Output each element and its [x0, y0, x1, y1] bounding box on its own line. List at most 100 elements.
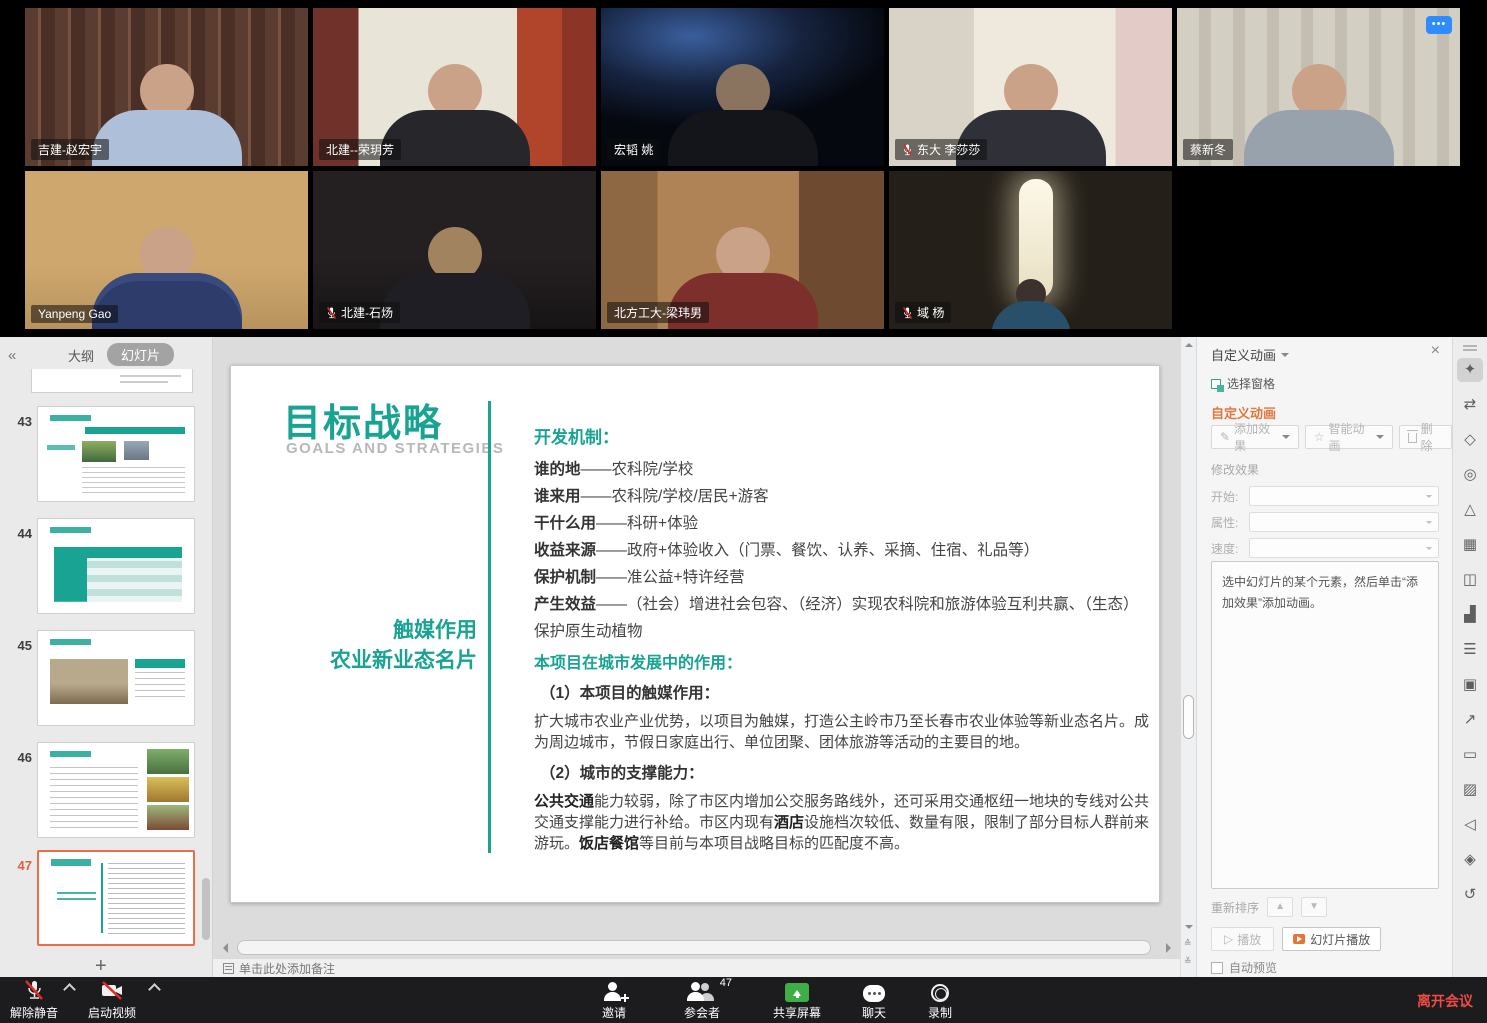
notes-bar[interactable]: 单击此处添加备注 [213, 958, 1180, 977]
rail-drag-handle-icon[interactable] [1463, 345, 1477, 347]
export-icon[interactable]: ↗ [1457, 708, 1483, 732]
play-button[interactable]: ▷ 播放 [1211, 927, 1274, 951]
scroll-down-arrow[interactable] [1185, 925, 1193, 929]
chart-icon[interactable]: ▟ [1457, 603, 1483, 627]
slide-subtitle: GOALS AND STRATEGIES [286, 440, 504, 457]
mechanism-item: 产生效益——（社会）增进社会包容、（经济）实现农科院和旅游体验互利共赢、（生态）… [534, 591, 1152, 645]
tab-slides[interactable]: 幻灯片 [107, 343, 174, 366]
video-tile[interactable]: ••• 蔡新冬 [1177, 8, 1460, 166]
horizontal-scrollbar-thumb[interactable] [237, 940, 1151, 955]
slide-canvas[interactable]: 目标战略 GOALS AND STRATEGIES 触媒作用 农业新业态名片 开… [230, 365, 1160, 903]
auto-preview-row: 自动预览 [1211, 959, 1277, 976]
invite-button[interactable]: 邀请 [602, 980, 626, 1021]
layout-icon[interactable]: ◫ [1457, 568, 1483, 592]
notes-placeholder: 单击此处添加备注 [239, 960, 335, 977]
shapes-icon[interactable]: ◇ [1457, 428, 1483, 452]
muted-mic-icon [902, 306, 913, 320]
chat-button[interactable]: 聊天 [862, 980, 886, 1021]
slide-number: 44 [8, 526, 32, 541]
slide-thumbnail-selected[interactable] [37, 850, 195, 946]
participant-name: 吉建-赵宏宇 [38, 141, 102, 158]
close-panel-button[interactable]: × [1431, 342, 1440, 360]
side-label-line1: 触媒作用 [279, 616, 477, 646]
adjust-icon[interactable]: ☰ [1457, 638, 1483, 662]
horizontal-scrollbar [221, 940, 1173, 956]
start-dropdown[interactable] [1249, 486, 1439, 506]
sidebar-scrollbar-thumb[interactable] [202, 878, 210, 940]
panel-title-dropdown[interactable]: 自定义动画 [1211, 345, 1289, 364]
tab-outline[interactable]: 大纲 [68, 346, 94, 365]
reorder-down-button[interactable]: ▼ [1301, 897, 1327, 917]
video-tile[interactable]: 北建-石炀 [313, 171, 596, 329]
pyramid-icon[interactable]: △ [1457, 498, 1483, 522]
slide-transition-icon[interactable]: ⇄ [1457, 393, 1483, 417]
slide-thumbnail[interactable] [37, 406, 195, 502]
add-slide-button[interactable]: + [95, 955, 107, 978]
archive-icon[interactable]: ▭ [1457, 743, 1483, 767]
picture-icon[interactable]: ▨ [1457, 778, 1483, 802]
auto-preview-label: 自动预览 [1229, 959, 1277, 976]
participant-name: 东大 李莎莎 [917, 141, 980, 158]
record-button[interactable]: 录制 [928, 980, 952, 1021]
audio-icon[interactable]: ◁ [1457, 813, 1483, 837]
add-effect-button[interactable]: ✎ 添加效果 [1211, 425, 1299, 449]
task-pane-icon-rail: ✦ ⇄ ◇ ◎ △ ▦ ◫ ▟ ☰ ▣ ↗ ▭ ▨ ◁ ◈ ↺ [1452, 337, 1487, 977]
video-options-chevron[interactable] [148, 983, 161, 996]
muted-mic-icon [326, 306, 337, 320]
slide-thumbnail[interactable] [37, 518, 195, 614]
video-tile[interactable]: 东大 李莎莎 [889, 8, 1172, 166]
slide-thumbnail[interactable] [37, 742, 195, 838]
video-tile[interactable]: 域 杨 [889, 171, 1172, 329]
selection-pane-button[interactable]: 选择窗格 [1211, 375, 1275, 392]
delete-effect-button[interactable]: 删除 [1399, 425, 1452, 449]
slide-thumbnail-partial[interactable] [31, 369, 193, 393]
leave-meeting-button[interactable]: 离开会议 [1417, 991, 1473, 1011]
audio-options-chevron[interactable] [63, 983, 76, 996]
unmute-button[interactable]: 解除静音 [10, 980, 58, 1021]
share-screen-icon [785, 983, 809, 1002]
next-slide-button[interactable]: ≚ [1184, 957, 1192, 965]
video-tile[interactable]: Yanpeng Gao [25, 171, 308, 329]
participant-name: 北建--荣玥芳 [326, 141, 394, 158]
roles-heading: 本项目在城市发展中的作用： [534, 649, 1154, 673]
property-dropdown[interactable] [1249, 512, 1439, 532]
muted-mic-icon [902, 143, 913, 157]
history-icon[interactable]: ↺ [1457, 883, 1483, 907]
auto-preview-checkbox[interactable] [1211, 962, 1223, 974]
video-tile[interactable]: 北建--荣玥芳 [313, 8, 596, 166]
scroll-right-arrow[interactable] [1166, 943, 1171, 953]
participant-count-badge: 47 [720, 977, 732, 989]
plugin-icon[interactable]: ◈ [1457, 848, 1483, 872]
image-library-icon[interactable]: ▣ [1457, 673, 1483, 697]
pencil-icon: ✎ [1220, 430, 1230, 444]
reorder-up-button[interactable]: ▲ [1267, 897, 1293, 917]
video-tile[interactable]: 宏韬 姚 [601, 8, 884, 166]
scroll-up-arrow[interactable] [1185, 343, 1193, 347]
video-tile[interactable]: 吉建-赵宏宇 [25, 8, 308, 166]
start-option-row: 开始: [1211, 485, 1439, 507]
tile-more-button[interactable]: ••• [1426, 16, 1452, 34]
participant-video [1234, 64, 1404, 166]
slide-thumbnail[interactable] [37, 630, 195, 726]
speed-dropdown[interactable] [1249, 538, 1439, 558]
chevron-down-icon [1376, 435, 1384, 443]
video-row-1: 吉建-赵宏宇 北建--荣玥芳 宏韬 姚 东大 李莎莎 ••• 蔡新冬 [25, 8, 1460, 166]
slideshow-button[interactable]: 幻灯片播放 [1282, 927, 1381, 951]
table-icon[interactable]: ▦ [1457, 533, 1483, 557]
slide-number: 47 [8, 858, 32, 873]
participant-name: 北建-石炀 [341, 304, 393, 321]
participant-nametag: 宏韬 姚 [607, 139, 660, 160]
reorder-row: 重新排序 ▲ ▼ [1211, 897, 1327, 917]
medal-icon[interactable]: ◎ [1457, 463, 1483, 487]
vertical-scrollbar-thumb[interactable] [1183, 695, 1194, 739]
previous-slide-button[interactable]: ≙ [1184, 939, 1192, 947]
share-screen-button[interactable]: 共享屏幕 [773, 980, 821, 1021]
start-video-button[interactable]: 启动视频 [88, 980, 136, 1021]
collapse-sidebar-icon[interactable]: « [8, 347, 16, 364]
video-tile[interactable]: 北方工大-梁玮男 [601, 171, 884, 329]
scroll-left-arrow[interactable] [223, 943, 228, 953]
custom-animation-icon[interactable]: ✦ [1457, 358, 1483, 382]
participants-button[interactable]: 47 参会者 [684, 980, 720, 1021]
participant-nametag: 吉建-赵宏宇 [31, 139, 109, 160]
smart-animation-button[interactable]: ☆ 智能动画 [1305, 425, 1393, 449]
